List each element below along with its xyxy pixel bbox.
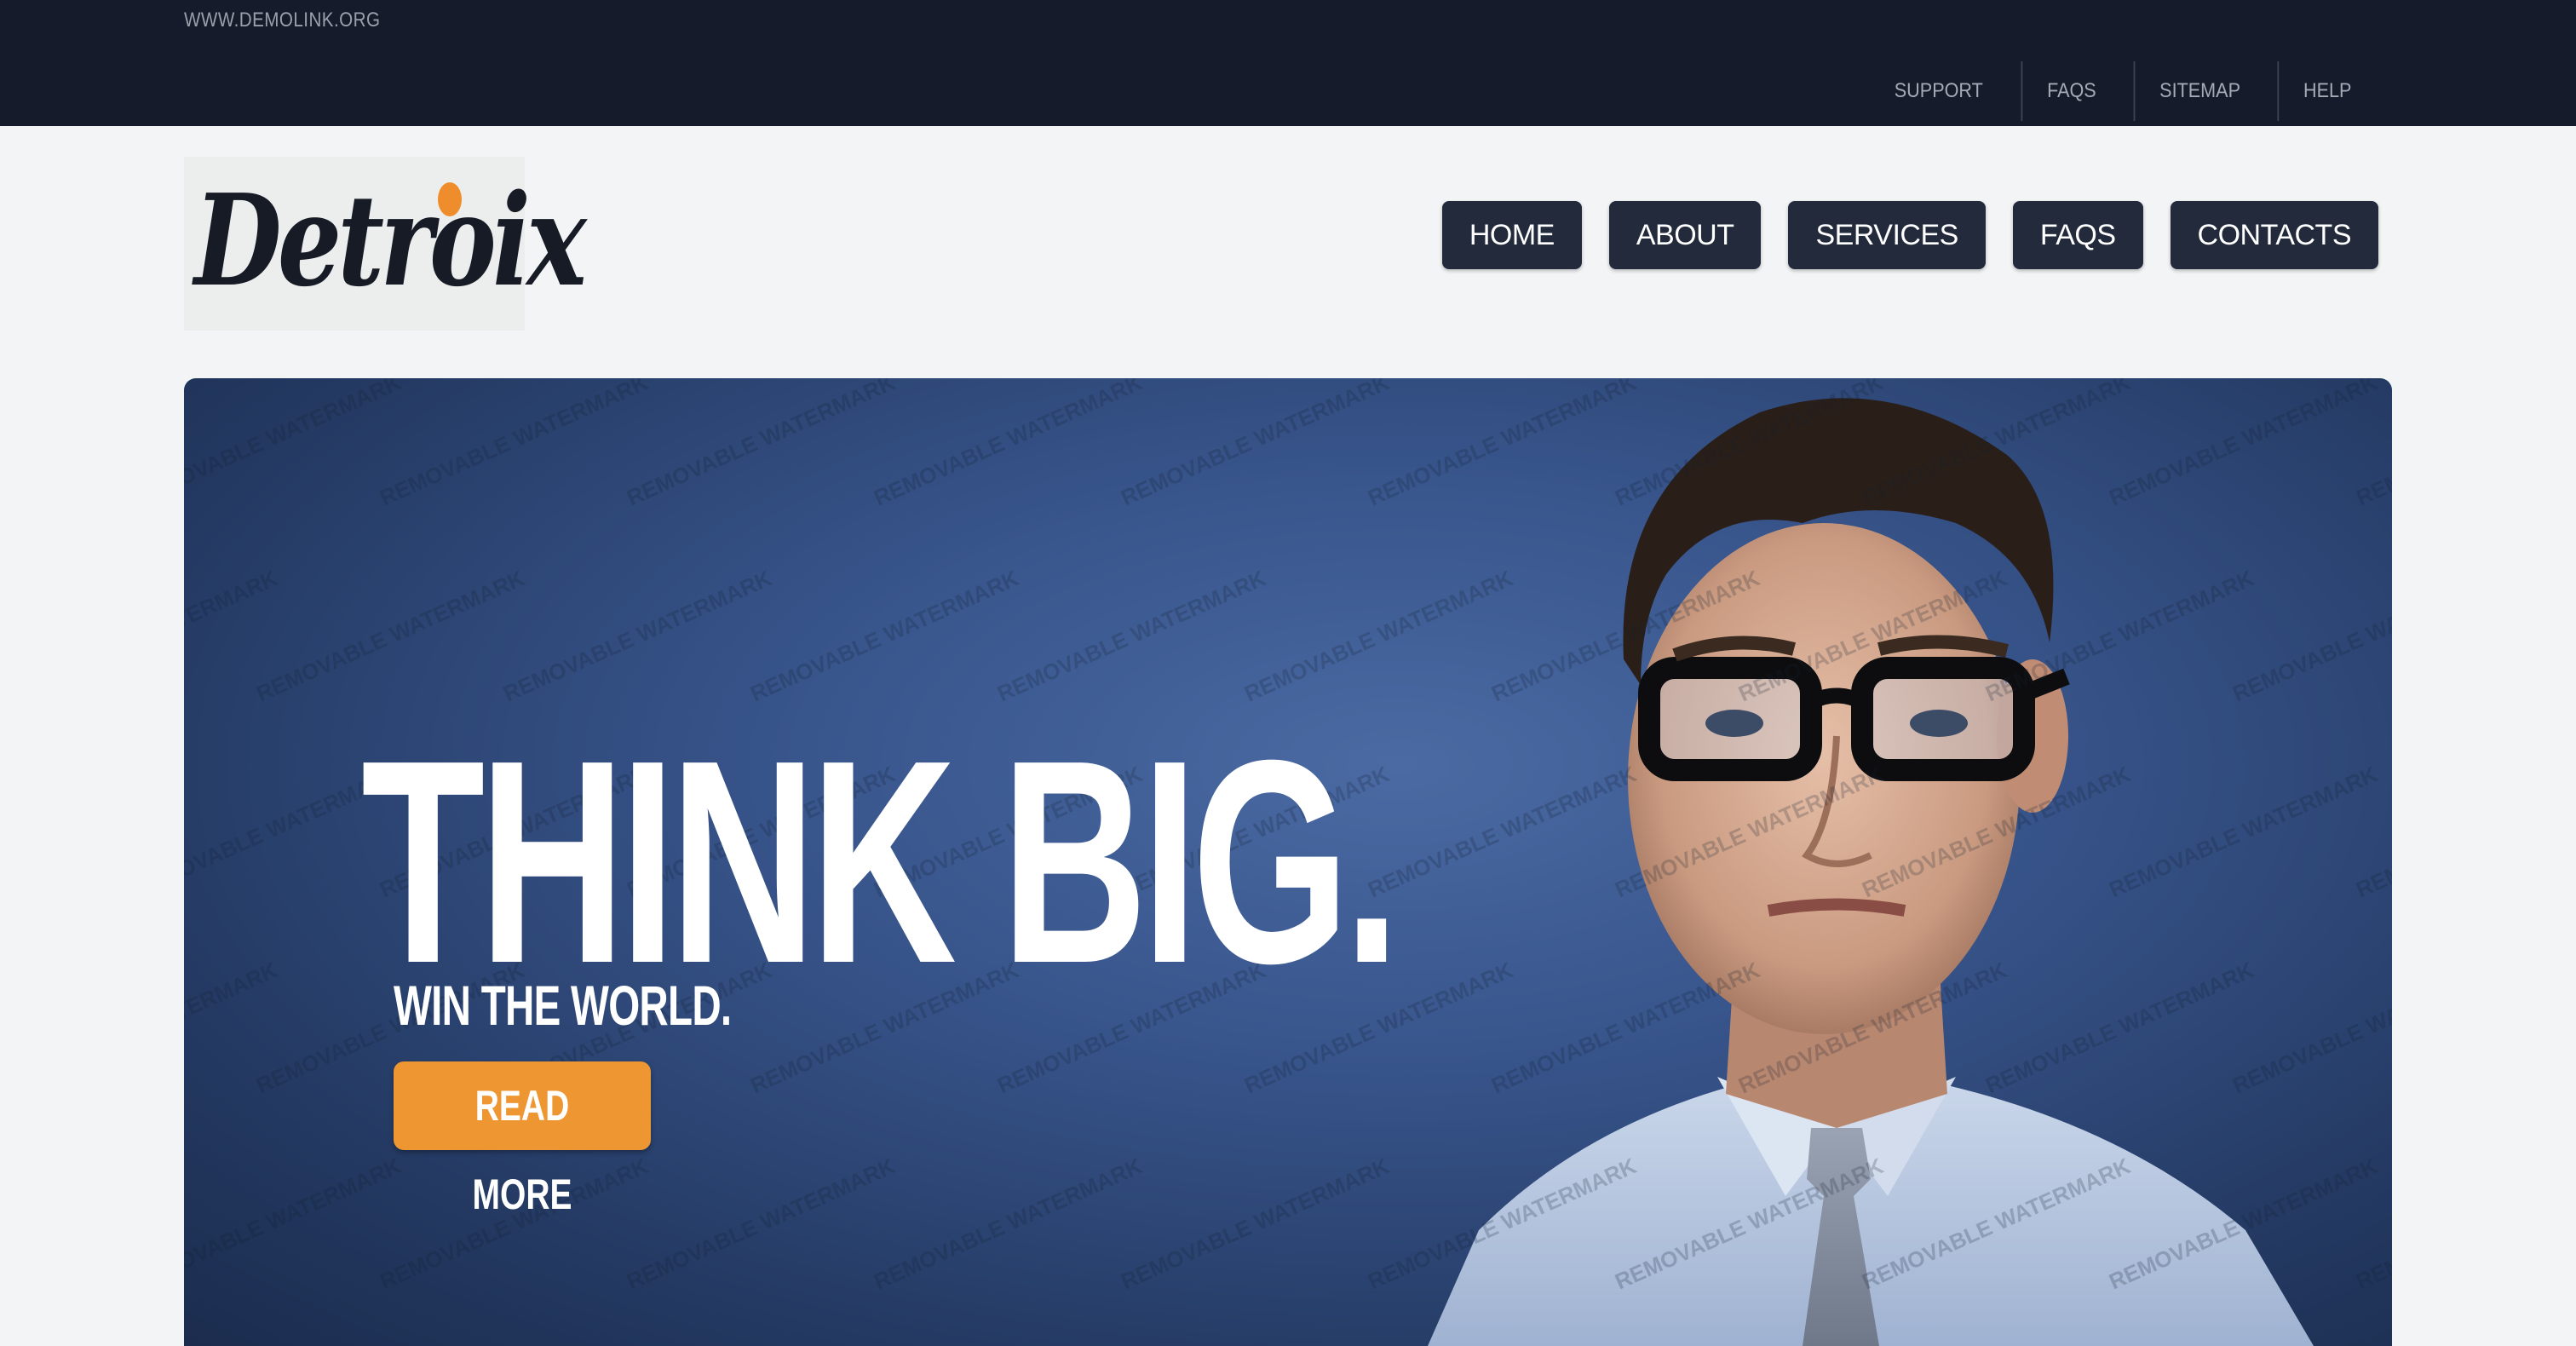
hero-banner: REMOVABLE WATERMARK REMOVABLE WATERMARK RE… xyxy=(184,378,2392,1346)
watermark-text: REMOVABLE WATERMARK xyxy=(746,565,1022,706)
watermark-text: REMOVABLE WATERMARK xyxy=(184,957,281,1098)
sitemap-link[interactable]: SITEMAP xyxy=(2133,61,2265,121)
watermark-text: REMOVABLE WATERMARK xyxy=(993,565,1269,706)
help-link[interactable]: HELP xyxy=(2277,61,2377,121)
watermark-text: REMOVABLE WATERMARK xyxy=(1117,378,1393,510)
watermark-text: REMOVABLE WATERMARK xyxy=(184,378,405,510)
top-bar: WWW.DEMOLINK.ORG SUPPORT FAQS SITEMAP HE… xyxy=(0,0,2576,126)
watermark-text: REMOVABLE WATERMARK xyxy=(870,378,1146,510)
watermark-text: REMOVABLE WATERMARK xyxy=(252,565,528,706)
site-url[interactable]: WWW.DEMOLINK.ORG xyxy=(184,9,380,32)
support-link[interactable]: SUPPORT xyxy=(1870,61,2008,121)
watermark-text: REMOVABLE WATERMARK xyxy=(1117,1153,1393,1294)
utility-nav: SUPPORT FAQS SITEMAP HELP xyxy=(1862,61,2382,121)
watermark-text: REMOVABLE WATERMARK xyxy=(623,378,899,510)
faqs-top-link[interactable]: FAQS xyxy=(2021,61,2120,121)
nav-services-button[interactable]: SERVICES xyxy=(1788,201,1986,269)
hero-headline: THINK BIG. xyxy=(361,700,1400,1024)
watermark-text: REMOVABLE WATERMARK xyxy=(184,1153,405,1294)
watermark-text: REMOVABLE WATERMARK xyxy=(184,565,281,706)
watermark-text: REMOVABLE WATERMARK xyxy=(623,1153,899,1294)
nav-home-button[interactable]: HOME xyxy=(1441,201,1582,269)
watermark-text: REMOVABLE WATERMARK xyxy=(499,565,775,706)
nav-about-button[interactable]: ABOUT xyxy=(1608,201,1762,269)
nav-faqs-button[interactable]: FAQS xyxy=(2012,201,2143,269)
site-logo[interactable]: Detroix xyxy=(184,157,587,331)
hero-person-image xyxy=(1428,398,2314,1346)
read-more-button[interactable]: READ MORE xyxy=(394,1061,651,1218)
nav-contacts-button[interactable]: CONTACTS xyxy=(2170,201,2378,269)
watermark-text: REMOVABLE WATERMARK xyxy=(376,378,652,510)
read-more-label: READ MORE xyxy=(472,1082,572,1218)
hero-subheadline: WIN THE WORLD. xyxy=(394,974,732,1037)
logo-wordmark: Detroix xyxy=(194,166,587,314)
watermark-text: REMOVABLE WATERMARK xyxy=(870,1153,1146,1294)
logo-dot xyxy=(438,182,462,216)
main-nav: HOME ABOUT SERVICES FAQS CONTACTS xyxy=(1441,201,2378,269)
